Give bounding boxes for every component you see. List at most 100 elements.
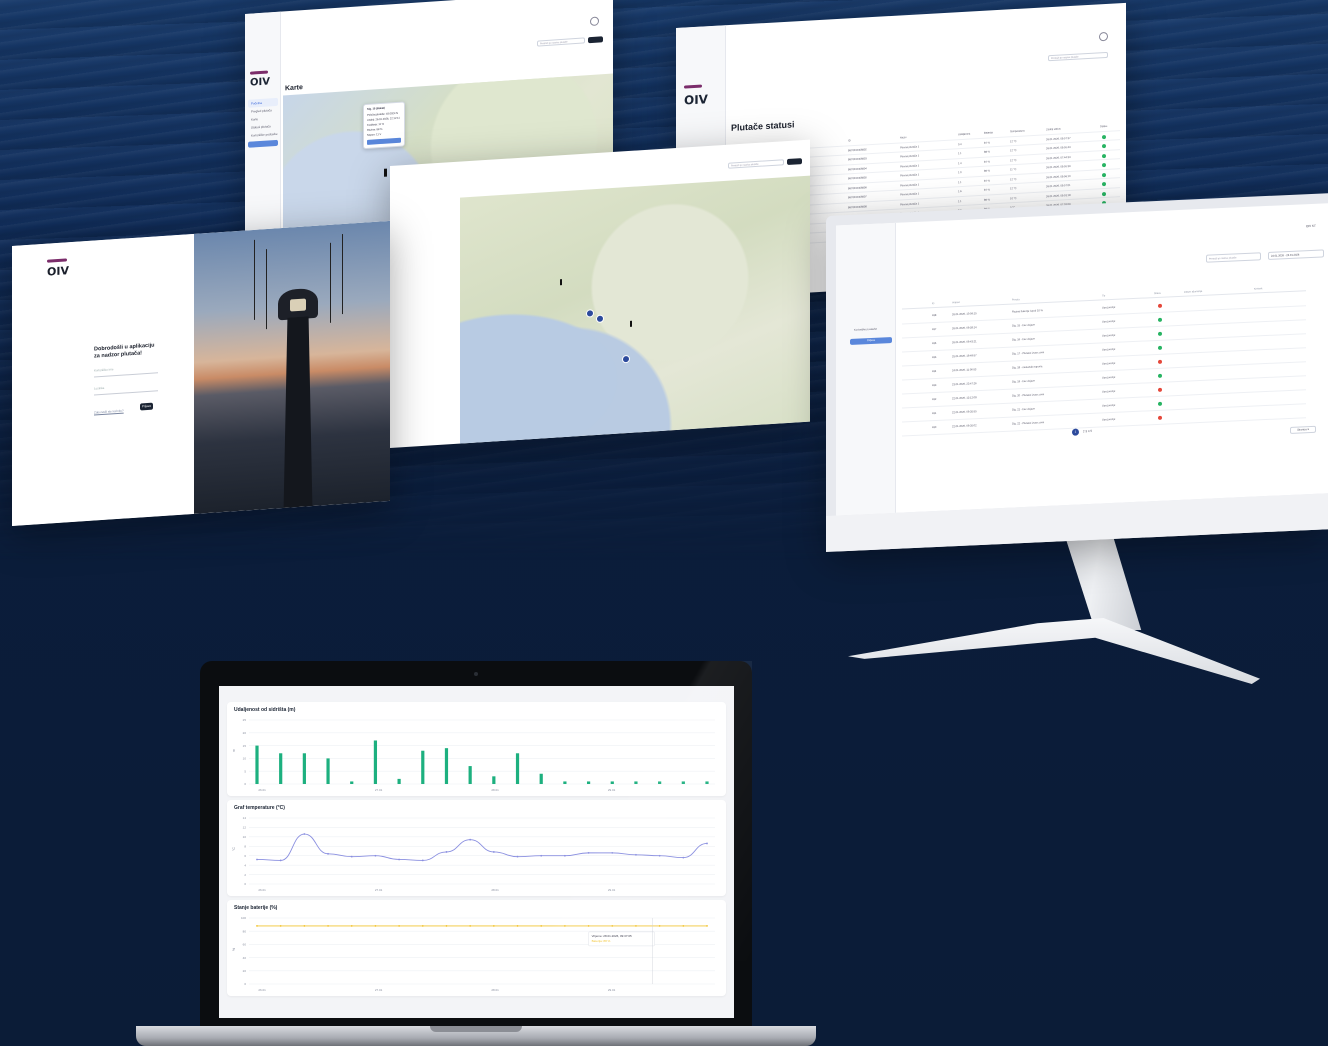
y-tick-label: 0 — [244, 982, 246, 986]
y-tick-label: 5 — [244, 769, 246, 773]
bar — [586, 781, 591, 784]
search-input[interactable]: Pretraži po nazivu plutače — [537, 37, 585, 47]
cell-id: 8670010356807 — [848, 195, 867, 200]
cell-msg: Sig. 15 - bez dojave — [1012, 323, 1035, 328]
monitor: OIV KT Pretraži po nazivu plutače 22.01.… — [826, 193, 1328, 552]
app-logo: OIV — [250, 76, 270, 89]
cell-type: Upozorenje — [1102, 375, 1116, 380]
search-button[interactable] — [588, 36, 603, 44]
status-dot-icon — [1102, 172, 1106, 177]
data-point — [421, 859, 424, 862]
status-dot-icon — [1102, 143, 1106, 149]
x-tick-label: 28.01 — [491, 988, 499, 992]
data-point — [658, 925, 661, 927]
buoy-marker-icon[interactable] — [384, 168, 387, 177]
cell-id: 496 — [932, 341, 937, 346]
password-field[interactable]: Lozinka — [94, 382, 158, 396]
column-header: Naziv — [900, 136, 907, 140]
y-tick-label: 40 — [243, 956, 247, 960]
data-point — [279, 859, 282, 862]
tooltip-title: Vrijeme: 28.01.2026, 09:37:05 — [592, 934, 632, 938]
y-tick-label: 80 — [243, 929, 247, 933]
cell-time: 26.01.2026, 09:56:10 — [1046, 174, 1071, 179]
search-button[interactable] — [787, 158, 802, 166]
login-button[interactable]: Prijava — [140, 402, 153, 411]
data-point — [421, 925, 424, 927]
app-logo: OIV — [47, 264, 69, 279]
laptop-notch — [430, 1026, 522, 1032]
map-canvas[interactable] — [460, 175, 810, 444]
sidebar-item-settings[interactable]: Korisničke postavke — [248, 130, 278, 140]
cluster-marker-icon[interactable] — [622, 354, 630, 364]
page-title: Karte — [285, 84, 303, 93]
data-point — [611, 851, 614, 854]
cell-msg: Sig. 20 - Plutača izvan zone — [1012, 393, 1045, 398]
cluster-marker-icon[interactable] — [596, 314, 604, 324]
data-point — [279, 925, 282, 927]
user-icon[interactable] — [590, 16, 599, 27]
data-point — [516, 855, 519, 858]
data-point — [398, 925, 401, 927]
data-point — [540, 854, 543, 857]
status-dot-icon — [1102, 134, 1106, 139]
per-page-select[interactable]: Stranica ▾ — [1290, 425, 1316, 434]
status-dot-icon — [1158, 359, 1162, 364]
data-point — [327, 925, 329, 927]
status-dot-icon — [1158, 317, 1162, 322]
chart-title: Stanje baterije (%) — [234, 905, 278, 911]
lighthouse-lamp — [290, 298, 306, 312]
data-point — [398, 858, 401, 861]
x-tick-label: 28.01 — [491, 788, 499, 792]
y-tick-label: 10 — [243, 835, 247, 839]
cell-type: Plovna plutača 1 — [900, 154, 920, 159]
data-point — [374, 854, 377, 857]
search-input[interactable]: Pretraži po nazivu plutače — [728, 159, 784, 169]
cell-id: 493 — [932, 383, 937, 388]
sidebar — [836, 222, 896, 516]
cell-type: Upozorenje — [1102, 333, 1116, 338]
cell-id: 492 — [932, 397, 937, 402]
page-button[interactable]: 5 — [1090, 429, 1092, 433]
cell-time: 26.01.2026, 09:55:39 — [1046, 164, 1071, 170]
monitor-screen: OIV KT Pretraži po nazivu plutače 22.01.… — [836, 203, 1328, 516]
status-dot-icon — [1102, 181, 1106, 187]
user-icon[interactable] — [1099, 31, 1108, 42]
cell-dist: 1.6 — [958, 190, 962, 194]
cell-time: 26.01.2026, 09:58:14 — [952, 326, 977, 331]
page-button[interactable]: 1 — [1072, 428, 1079, 436]
cell-bat: 87 % — [984, 140, 990, 145]
x-tick-label: 26.01 — [258, 888, 266, 892]
username-field[interactable]: Korisničko ime — [94, 364, 158, 378]
series-line — [256, 833, 708, 861]
popup-details-button[interactable] — [367, 137, 401, 145]
bar — [610, 781, 614, 784]
cell-id: 8670010356805 — [848, 176, 867, 181]
logout-button[interactable] — [248, 139, 278, 148]
cell-bat: 86 % — [984, 197, 990, 202]
cell-type: Upozorenje — [1102, 305, 1116, 310]
cell-dist: 1.1 — [958, 199, 962, 203]
cell-type: Plovna plutača 1 — [900, 192, 920, 197]
user-menu[interactable]: OIV KT — [1306, 224, 1316, 228]
data-point — [445, 925, 448, 927]
data-point — [303, 833, 306, 835]
forgot-password-link[interactable]: Zaboravili ste lozinku? — [94, 409, 124, 415]
buoy-marker-icon[interactable] — [630, 320, 632, 327]
search-input[interactable]: Pretraži po nazivu plutače — [1206, 252, 1261, 263]
data-point — [516, 925, 519, 927]
status-dot-icon — [1158, 373, 1162, 378]
x-tick-label: 28.01 — [491, 888, 499, 892]
page-button[interactable]: 3 — [1085, 429, 1087, 433]
cell-id: 8670010356802 — [848, 147, 867, 152]
bar — [492, 776, 496, 784]
date-range-picker[interactable]: 22.01.2026 - 26.01.2026 — [1268, 249, 1324, 260]
search-input[interactable]: Pretraži po nazivu plutače — [1048, 51, 1108, 62]
cell-time: 26.01.2026, 09:43:21 — [952, 340, 977, 345]
distance-chart: 0 5 10 15 20 25 m 26.01 27.01 28.01 29.01 — [232, 718, 715, 792]
sidebar-nav: Početna Pregled plutača Karte Statusi pl… — [248, 97, 278, 148]
bar — [444, 748, 449, 784]
cluster-marker-icon[interactable] — [586, 309, 594, 318]
cell-type: Upozorenje — [1102, 417, 1116, 422]
cell-time: 26.01.2026, 09:57:37 — [1046, 136, 1071, 141]
buoy-marker-icon[interactable] — [560, 279, 562, 286]
